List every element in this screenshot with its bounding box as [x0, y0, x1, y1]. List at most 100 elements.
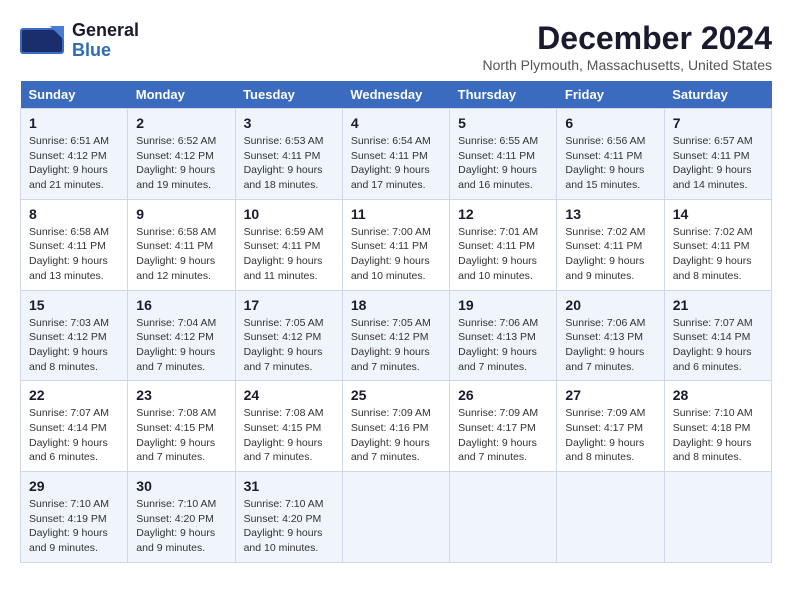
calendar-cell: 20 Sunrise: 7:06 AM Sunset: 4:13 PM Dayli…: [557, 290, 664, 381]
day-info: Sunrise: 7:06 AM Sunset: 4:13 PM Dayligh…: [565, 316, 655, 375]
calendar-cell: [664, 472, 771, 563]
day-info: Sunrise: 6:55 AM Sunset: 4:11 PM Dayligh…: [458, 134, 548, 193]
day-number: 4: [351, 115, 441, 131]
calendar-cell: 23 Sunrise: 7:08 AM Sunset: 4:15 PM Dayli…: [128, 381, 235, 472]
calendar-cell: 6 Sunrise: 6:56 AM Sunset: 4:11 PM Daylig…: [557, 109, 664, 200]
day-number: 26: [458, 387, 548, 403]
day-number: 13: [565, 206, 655, 222]
calendar-cell: 29 Sunrise: 7:10 AM Sunset: 4:19 PM Dayli…: [21, 472, 128, 563]
day-info: Sunrise: 7:03 AM Sunset: 4:12 PM Dayligh…: [29, 316, 119, 375]
main-title: December 2024: [483, 20, 772, 57]
logo-text: General Blue: [72, 21, 139, 61]
calendar-cell: 1 Sunrise: 6:51 AM Sunset: 4:12 PM Daylig…: [21, 109, 128, 200]
day-number: 5: [458, 115, 548, 131]
calendar-cell: 7 Sunrise: 6:57 AM Sunset: 4:11 PM Daylig…: [664, 109, 771, 200]
day-info: Sunrise: 7:01 AM Sunset: 4:11 PM Dayligh…: [458, 225, 548, 284]
calendar-cell: 4 Sunrise: 6:54 AM Sunset: 4:11 PM Daylig…: [342, 109, 449, 200]
day-info: Sunrise: 6:59 AM Sunset: 4:11 PM Dayligh…: [244, 225, 334, 284]
calendar-cell: 15 Sunrise: 7:03 AM Sunset: 4:12 PM Dayli…: [21, 290, 128, 381]
calendar-cell: 11 Sunrise: 7:00 AM Sunset: 4:11 PM Dayli…: [342, 199, 449, 290]
weekday-header-friday: Friday: [557, 81, 664, 109]
calendar-cell: 26 Sunrise: 7:09 AM Sunset: 4:17 PM Dayli…: [450, 381, 557, 472]
calendar-cell: [342, 472, 449, 563]
calendar-cell: 18 Sunrise: 7:05 AM Sunset: 4:12 PM Dayli…: [342, 290, 449, 381]
day-number: 30: [136, 478, 226, 494]
day-number: 3: [244, 115, 334, 131]
weekday-header-thursday: Thursday: [450, 81, 557, 109]
day-number: 23: [136, 387, 226, 403]
calendar-cell: [450, 472, 557, 563]
day-info: Sunrise: 7:10 AM Sunset: 4:20 PM Dayligh…: [136, 497, 226, 556]
page-header: General Blue December 2024 North Plymout…: [20, 20, 772, 73]
day-number: 25: [351, 387, 441, 403]
day-number: 9: [136, 206, 226, 222]
day-info: Sunrise: 6:53 AM Sunset: 4:11 PM Dayligh…: [244, 134, 334, 193]
day-number: 7: [673, 115, 763, 131]
day-info: Sunrise: 7:09 AM Sunset: 4:16 PM Dayligh…: [351, 406, 441, 465]
day-number: 18: [351, 297, 441, 313]
calendar-cell: 10 Sunrise: 6:59 AM Sunset: 4:11 PM Dayli…: [235, 199, 342, 290]
weekday-header-saturday: Saturday: [664, 81, 771, 109]
calendar-cell: 28Sunrise: 7:10 AM Sunset: 4:18 PM Dayli…: [664, 381, 771, 472]
day-number: 11: [351, 206, 441, 222]
logo-general-text: General: [72, 21, 139, 41]
day-number: 10: [244, 206, 334, 222]
day-number: 6: [565, 115, 655, 131]
day-info: Sunrise: 7:08 AM Sunset: 4:15 PM Dayligh…: [244, 406, 334, 465]
day-number: 14: [673, 206, 763, 222]
weekday-header-wednesday: Wednesday: [342, 81, 449, 109]
day-info: Sunrise: 6:51 AM Sunset: 4:12 PM Dayligh…: [29, 134, 119, 193]
calendar-cell: 8Sunrise: 6:58 AM Sunset: 4:11 PM Daylig…: [21, 199, 128, 290]
day-info: Sunrise: 7:04 AM Sunset: 4:12 PM Dayligh…: [136, 316, 226, 375]
calendar-cell: 3 Sunrise: 6:53 AM Sunset: 4:11 PM Daylig…: [235, 109, 342, 200]
day-info: Sunrise: 6:54 AM Sunset: 4:11 PM Dayligh…: [351, 134, 441, 193]
day-info: Sunrise: 7:05 AM Sunset: 4:12 PM Dayligh…: [244, 316, 334, 375]
calendar-cell: 30 Sunrise: 7:10 AM Sunset: 4:20 PM Dayli…: [128, 472, 235, 563]
calendar-cell: 31Sunrise: 7:10 AM Sunset: 4:20 PM Dayli…: [235, 472, 342, 563]
day-info: Sunrise: 7:07 AM Sunset: 4:14 PM Dayligh…: [29, 406, 119, 465]
weekday-header-sunday: Sunday: [21, 81, 128, 109]
day-info: Sunrise: 7:07 AM Sunset: 4:14 PM Dayligh…: [673, 316, 763, 375]
day-number: 12: [458, 206, 548, 222]
calendar-cell: 21 Sunrise: 7:07 AM Sunset: 4:14 PM Dayli…: [664, 290, 771, 381]
day-info: Sunrise: 7:02 AM Sunset: 4:11 PM Dayligh…: [565, 225, 655, 284]
calendar-table: SundayMondayTuesdayWednesdayThursdayFrid…: [20, 81, 772, 563]
day-info: Sunrise: 6:56 AM Sunset: 4:11 PM Dayligh…: [565, 134, 655, 193]
calendar-cell: [557, 472, 664, 563]
calendar-cell: 24Sunrise: 7:08 AM Sunset: 4:15 PM Dayli…: [235, 381, 342, 472]
day-info: Sunrise: 7:05 AM Sunset: 4:12 PM Dayligh…: [351, 316, 441, 375]
logo: General Blue: [20, 20, 139, 62]
day-number: 15: [29, 297, 119, 313]
day-info: Sunrise: 6:58 AM Sunset: 4:11 PM Dayligh…: [136, 225, 226, 284]
day-number: 22: [29, 387, 119, 403]
day-info: Sunrise: 7:09 AM Sunset: 4:17 PM Dayligh…: [565, 406, 655, 465]
day-number: 21: [673, 297, 763, 313]
day-number: 29: [29, 478, 119, 494]
calendar-week-row: 8Sunrise: 6:58 AM Sunset: 4:11 PM Daylig…: [21, 199, 772, 290]
calendar-cell: 27 Sunrise: 7:09 AM Sunset: 4:17 PM Dayli…: [557, 381, 664, 472]
day-info: Sunrise: 7:02 AM Sunset: 4:11 PM Dayligh…: [673, 225, 763, 284]
day-number: 19: [458, 297, 548, 313]
day-info: Sunrise: 7:08 AM Sunset: 4:15 PM Dayligh…: [136, 406, 226, 465]
day-number: 1: [29, 115, 119, 131]
title-block: December 2024 North Plymouth, Massachuse…: [483, 20, 772, 73]
weekday-row: SundayMondayTuesdayWednesdayThursdayFrid…: [21, 81, 772, 109]
day-info: Sunrise: 6:58 AM Sunset: 4:11 PM Dayligh…: [29, 225, 119, 284]
calendar-cell: 22 Sunrise: 7:07 AM Sunset: 4:14 PM Dayli…: [21, 381, 128, 472]
logo-icon: [20, 20, 68, 62]
day-info: Sunrise: 6:57 AM Sunset: 4:11 PM Dayligh…: [673, 134, 763, 193]
day-number: 20: [565, 297, 655, 313]
calendar-cell: 9 Sunrise: 6:58 AM Sunset: 4:11 PM Daylig…: [128, 199, 235, 290]
day-info: Sunrise: 6:52 AM Sunset: 4:12 PM Dayligh…: [136, 134, 226, 193]
calendar-week-row: 1 Sunrise: 6:51 AM Sunset: 4:12 PM Daylig…: [21, 109, 772, 200]
day-number: 28: [673, 387, 763, 403]
day-number: 27: [565, 387, 655, 403]
day-number: 31: [244, 478, 334, 494]
day-info: Sunrise: 7:09 AM Sunset: 4:17 PM Dayligh…: [458, 406, 548, 465]
day-info: Sunrise: 7:10 AM Sunset: 4:19 PM Dayligh…: [29, 497, 119, 556]
calendar-cell: 14 Sunrise: 7:02 AM Sunset: 4:11 PM Dayli…: [664, 199, 771, 290]
day-info: Sunrise: 7:00 AM Sunset: 4:11 PM Dayligh…: [351, 225, 441, 284]
weekday-header-tuesday: Tuesday: [235, 81, 342, 109]
calendar-week-row: 29 Sunrise: 7:10 AM Sunset: 4:19 PM Dayli…: [21, 472, 772, 563]
calendar-body: 1 Sunrise: 6:51 AM Sunset: 4:12 PM Daylig…: [21, 109, 772, 563]
